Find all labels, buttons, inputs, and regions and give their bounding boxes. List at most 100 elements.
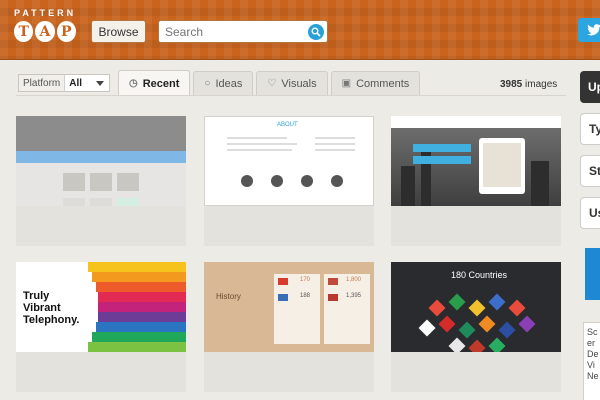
logo-letter: P <box>56 21 76 42</box>
logo-letter: T <box>14 21 34 42</box>
thumb-stripe <box>96 322 186 332</box>
thumb-value: 1,395 <box>346 293 362 299</box>
twitter-icon <box>587 24 600 36</box>
pattern-thumbnail[interactable] <box>391 116 561 206</box>
thumb-headline: Truly Vibrant Telephony. <box>23 290 80 326</box>
logo-letter: A <box>35 21 55 42</box>
thumb-heading: History <box>216 292 241 301</box>
thumb-value: 188 <box>300 293 311 299</box>
thumb-line <box>315 143 355 145</box>
logo-word: PATTERN <box>14 8 77 18</box>
search-button[interactable] <box>308 24 324 40</box>
tab-comments[interactable]: ▣ Comments <box>330 71 421 95</box>
thumb-panel: 1,800 1,395 <box>324 274 370 344</box>
flag-diamond <box>498 321 516 339</box>
flag-diamond <box>458 321 476 339</box>
thumb-heading: ABOUT <box>277 122 298 128</box>
flag-diamond <box>448 293 466 311</box>
pattern-card[interactable]: ABOUT <box>204 116 374 246</box>
pattern-card[interactable]: 180 Countries <box>391 262 561 392</box>
site-header: PATTERN T A P Browse <box>0 0 600 60</box>
lightbulb-icon: ○ <box>204 78 211 89</box>
pattern-card[interactable]: History 170 188 1,800 1,395 <box>204 262 374 392</box>
thumb-banner <box>413 156 471 164</box>
image-count-number: 3985 <box>500 79 523 90</box>
thumb-stripe <box>92 332 186 342</box>
thumb-hero <box>16 116 186 151</box>
thumb-value: 1,800 <box>346 277 362 283</box>
thumb-value: 170 <box>300 277 311 283</box>
heart-icon: ♡ <box>267 78 277 89</box>
thumb-block <box>90 173 112 191</box>
sidebar-ad[interactable] <box>585 248 600 300</box>
thumb-stripe <box>98 312 186 322</box>
pattern-thumbnail[interactable]: Truly Vibrant Telephony. <box>16 262 186 352</box>
thumb-block <box>63 198 85 206</box>
pattern-card[interactable] <box>391 116 561 246</box>
image-count-suffix: images <box>525 79 558 90</box>
platform-value: All <box>69 77 83 89</box>
platform-select[interactable]: Platform All <box>18 74 110 92</box>
search-box <box>158 20 328 43</box>
thumb-block <box>90 198 112 206</box>
logo-tap: T A P <box>14 21 76 42</box>
flag-diamond <box>448 337 466 352</box>
china-flag-icon <box>278 278 288 285</box>
thumb-circle <box>271 175 283 187</box>
chevron-down-icon <box>96 80 104 86</box>
sidebar-type-button[interactable]: Ty <box>580 113 600 145</box>
tab-visuals[interactable]: ♡ Visuals <box>256 71 328 95</box>
thumb-stripe <box>98 292 186 302</box>
flag-diamond <box>488 337 506 352</box>
sidebar-style-button[interactable]: St <box>580 155 600 187</box>
sidebar-card: Sc er De Vi Ne <box>583 322 600 400</box>
thumb-stripe <box>88 262 186 272</box>
thumb-building <box>531 161 549 206</box>
flag-diamond <box>488 293 506 311</box>
thumb-heading: 180 Countries <box>451 270 508 280</box>
thumb-stripe <box>96 282 186 292</box>
tab-ideas[interactable]: ○ Ideas <box>193 71 254 95</box>
flag-diamond <box>418 319 436 337</box>
pattern-card[interactable]: Truly Vibrant Telephony. <box>16 262 186 392</box>
tab-recent[interactable]: ◷ Recent <box>118 70 191 96</box>
thumb-line <box>227 137 287 139</box>
pattern-thumbnail[interactable] <box>16 116 186 206</box>
thumb-stripe <box>98 302 186 312</box>
pattern-card[interactable] <box>16 116 186 246</box>
image-count: 3985 images <box>500 79 557 90</box>
sidebar-upload-button[interactable]: Up <box>580 71 600 103</box>
thumb-stripe <box>88 342 186 352</box>
thumb-screen <box>483 143 521 187</box>
thumb-tablet <box>479 138 525 194</box>
comment-icon: ▣ <box>341 78 352 89</box>
thumb-band <box>16 151 186 163</box>
twitter-button[interactable] <box>578 18 600 42</box>
flag-icon <box>328 294 338 301</box>
thumb-stripe <box>92 272 186 282</box>
tab-divider <box>16 95 566 96</box>
thumb-line <box>227 143 297 145</box>
thumb-block <box>63 173 85 191</box>
patterntap-logo[interactable]: PATTERN T A P <box>14 8 76 54</box>
pattern-thumbnail[interactable]: 180 Countries <box>391 262 561 352</box>
thumb-line <box>315 137 355 139</box>
flag-diamond <box>438 315 456 333</box>
thumb-nav <box>391 116 561 128</box>
thumb-line <box>315 149 355 151</box>
search-icon <box>311 27 321 37</box>
flag-diamond <box>518 315 536 333</box>
thumb-circle <box>241 175 253 187</box>
clock-icon: ◷ <box>129 78 138 89</box>
pattern-thumbnail[interactable]: ABOUT <box>204 116 374 206</box>
browse-button[interactable]: Browse <box>91 20 146 43</box>
sweden-flag-icon <box>278 294 288 301</box>
thumb-banner <box>413 144 471 152</box>
flag-icon <box>328 278 338 285</box>
sidebar-user-button[interactable]: Us <box>580 197 600 229</box>
search-input[interactable] <box>159 24 299 39</box>
thumb-circle <box>331 175 343 187</box>
platform-label: Platform <box>19 75 66 91</box>
pattern-thumbnail[interactable]: History 170 188 1,800 1,395 <box>204 262 374 352</box>
flag-diamond <box>478 315 496 333</box>
